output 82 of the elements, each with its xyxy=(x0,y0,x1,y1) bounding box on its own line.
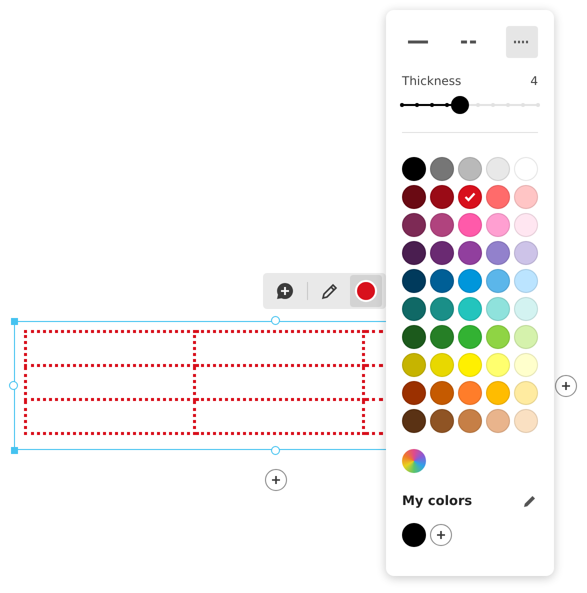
color-swatch[interactable] xyxy=(486,241,510,265)
resize-handle[interactable] xyxy=(9,381,18,390)
add-color-button[interactable] xyxy=(430,524,452,546)
color-swatch[interactable] xyxy=(402,523,426,547)
my-colors-title: My colors xyxy=(402,494,472,508)
color-swatch[interactable] xyxy=(486,185,510,209)
check-icon xyxy=(464,192,476,202)
table-cell[interactable] xyxy=(364,332,383,366)
color-swatch[interactable] xyxy=(514,157,538,181)
color-swatch[interactable] xyxy=(486,325,510,349)
color-swatch[interactable] xyxy=(430,325,454,349)
color-swatch[interactable] xyxy=(458,297,482,321)
color-swatch[interactable] xyxy=(430,381,454,405)
color-swatch[interactable] xyxy=(430,353,454,377)
color-swatch[interactable] xyxy=(486,381,510,405)
color-swatch[interactable] xyxy=(402,297,426,321)
plus-icon xyxy=(436,530,446,540)
edit-icon[interactable] xyxy=(522,493,538,509)
color-swatch[interactable] xyxy=(402,241,426,265)
color-swatch[interactable] xyxy=(430,213,454,237)
color-swatch[interactable] xyxy=(430,241,454,265)
thickness-label: Thickness xyxy=(402,74,462,88)
color-swatch[interactable] xyxy=(514,409,538,433)
color-swatch[interactable] xyxy=(514,269,538,293)
color-swatch[interactable] xyxy=(486,213,510,237)
color-swatch[interactable] xyxy=(514,325,538,349)
color-swatch[interactable] xyxy=(514,297,538,321)
color-swatch[interactable] xyxy=(458,185,482,209)
color-swatch[interactable] xyxy=(430,409,454,433)
pencil-icon xyxy=(321,282,339,300)
table-cell[interactable] xyxy=(194,400,364,434)
resize-handle[interactable] xyxy=(271,446,280,455)
color-swatch[interactable] xyxy=(402,213,426,237)
table-cell[interactable] xyxy=(194,366,364,400)
plus-icon xyxy=(271,475,281,485)
color-swatch[interactable] xyxy=(514,185,538,209)
color-swatch[interactable] xyxy=(514,241,538,265)
color-swatch[interactable] xyxy=(486,353,510,377)
color-swatch[interactable] xyxy=(430,297,454,321)
color-swatch[interactable] xyxy=(514,213,538,237)
add-column-button[interactable] xyxy=(555,375,577,397)
color-swatch[interactable] xyxy=(402,157,426,181)
color-swatch[interactable] xyxy=(402,269,426,293)
color-swatch[interactable] xyxy=(486,157,510,181)
color-swatch[interactable] xyxy=(430,269,454,293)
color-swatch[interactable] xyxy=(458,381,482,405)
color-swatch[interactable] xyxy=(402,381,426,405)
add-row-button[interactable] xyxy=(265,469,287,491)
color-swatch[interactable] xyxy=(458,269,482,293)
thickness-slider[interactable] xyxy=(402,94,538,116)
resize-handle[interactable] xyxy=(11,447,18,454)
selection-frame[interactable] xyxy=(14,321,386,450)
color-swatch[interactable] xyxy=(402,353,426,377)
color-wheel-button[interactable] xyxy=(402,449,426,473)
color-swatch[interactable] xyxy=(458,325,482,349)
color-swatch[interactable] xyxy=(486,409,510,433)
resize-handle[interactable] xyxy=(271,316,280,325)
color-swatch[interactable] xyxy=(430,185,454,209)
color-swatch[interactable] xyxy=(430,157,454,181)
color-swatch[interactable] xyxy=(402,409,426,433)
add-comment-icon xyxy=(276,282,294,300)
table-cell[interactable] xyxy=(26,366,194,400)
color-swatch[interactable] xyxy=(402,325,426,349)
color-swatch[interactable] xyxy=(486,269,510,293)
color-swatch[interactable] xyxy=(458,353,482,377)
solid-line-icon xyxy=(407,39,429,45)
color-swatch[interactable] xyxy=(458,213,482,237)
table-cell[interactable] xyxy=(26,332,194,366)
color-swatch[interactable] xyxy=(458,241,482,265)
color-swatch[interactable] xyxy=(514,381,538,405)
color-swatch[interactable] xyxy=(458,157,482,181)
resize-handle[interactable] xyxy=(11,318,18,325)
plus-icon xyxy=(561,381,571,391)
dotted-line-button[interactable] xyxy=(506,26,538,58)
table-cell[interactable] xyxy=(194,332,364,366)
color-swatch[interactable] xyxy=(486,297,510,321)
table-cell[interactable] xyxy=(26,400,194,434)
color-swatch[interactable] xyxy=(514,353,538,377)
color-swatch[interactable] xyxy=(402,185,426,209)
color-button[interactable] xyxy=(350,275,382,307)
thickness-value: 4 xyxy=(530,74,538,88)
color-swatch[interactable] xyxy=(458,409,482,433)
